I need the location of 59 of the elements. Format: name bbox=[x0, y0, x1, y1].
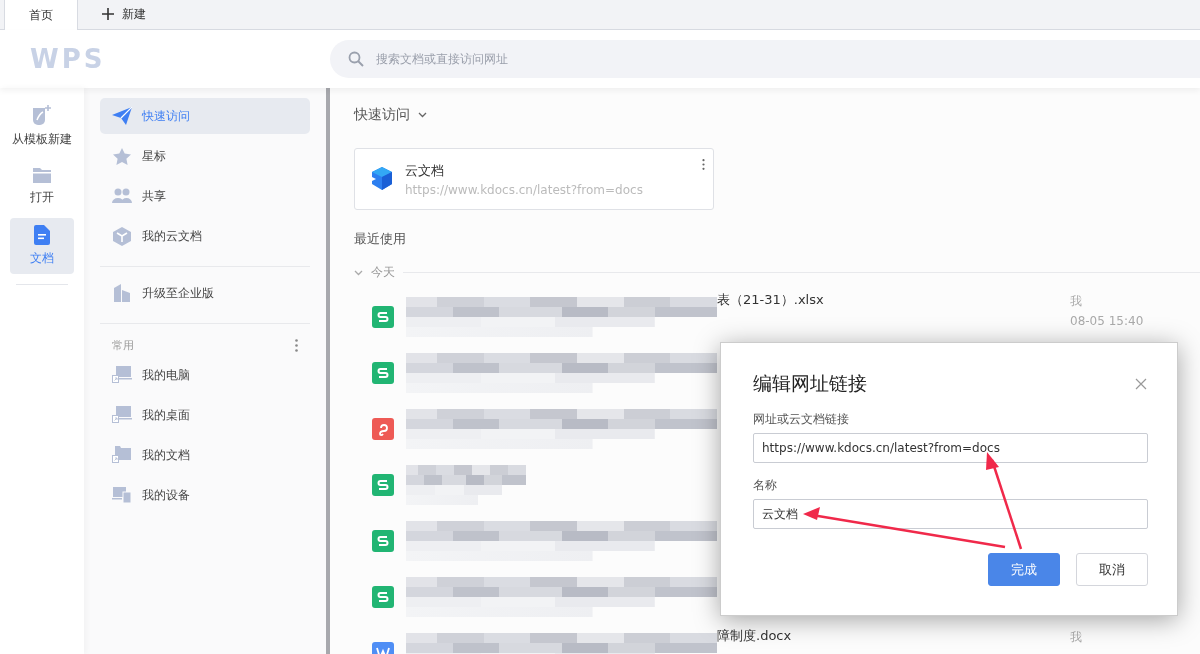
cube-icon bbox=[113, 226, 131, 246]
text-field[interactable]: 云文档 bbox=[753, 499, 1148, 529]
people-icon bbox=[112, 188, 132, 204]
pdf-icon bbox=[372, 418, 394, 440]
document-icon bbox=[34, 225, 50, 245]
close-icon[interactable] bbox=[1135, 378, 1147, 390]
folder-icon bbox=[32, 166, 52, 184]
sidebar-item[interactable]: 我的电脑 bbox=[100, 357, 310, 393]
quick-access-card[interactable]: 云文档 https://www.kdocs.cn/latest?from=docs bbox=[354, 148, 714, 210]
sidebar-item[interactable]: 我的云文档 bbox=[100, 218, 310, 254]
group-title: 今天 bbox=[371, 264, 395, 281]
sidebar-item[interactable]: 我的设备 bbox=[100, 477, 310, 513]
text-field[interactable]: https://www.kdocs.cn/latest?from=docs bbox=[753, 433, 1148, 463]
monitor-shortcut-icon bbox=[112, 366, 132, 384]
cloud-doc-cube-icon bbox=[371, 167, 393, 191]
monitor-shortcut-icon bbox=[112, 406, 132, 424]
card-title: 云文档 bbox=[405, 161, 444, 180]
spreadsheet-icon bbox=[372, 362, 394, 384]
paper-plane-icon bbox=[112, 107, 132, 125]
template-leaf-icon bbox=[31, 104, 53, 126]
owner: 我 bbox=[1070, 629, 1082, 646]
done-button[interactable]: 完成 bbox=[988, 553, 1060, 586]
section-title: 常用 bbox=[112, 338, 134, 353]
nav-item[interactable]: 从模板新建 bbox=[10, 98, 74, 154]
tab[interactable]: 新建 bbox=[78, 0, 170, 29]
section-title[interactable]: 快速访问 bbox=[354, 106, 410, 124]
star-icon bbox=[113, 147, 131, 165]
chevron-down-icon bbox=[418, 112, 427, 118]
section-title: 最近使用 bbox=[354, 230, 407, 248]
search-field[interactable]: 搜索文档或直接访问网址 bbox=[330, 40, 1200, 78]
plus-icon bbox=[102, 8, 114, 20]
spreadsheet-icon bbox=[372, 530, 394, 552]
spreadsheet-icon bbox=[372, 586, 394, 608]
search-icon bbox=[348, 51, 364, 67]
file-name[interactable]: 障制度.docx bbox=[717, 627, 792, 645]
tab[interactable]: 首页 bbox=[4, 0, 78, 30]
sidebar-item[interactable]: 共享 bbox=[100, 178, 310, 214]
chevron-down-icon bbox=[354, 269, 363, 276]
field-label: 网址或云文档链接 bbox=[753, 411, 850, 428]
dialog-title: 编辑网址链接 bbox=[753, 371, 867, 396]
owner: 我 bbox=[1070, 293, 1083, 310]
upgrade-item[interactable]: 升级至企业版 bbox=[100, 275, 310, 311]
folder-shortcut-icon bbox=[112, 446, 132, 464]
nav-item[interactable]: 打开 bbox=[10, 158, 74, 214]
field-label: 名称 bbox=[753, 477, 778, 494]
devices-icon bbox=[112, 487, 132, 503]
modified-time: 08-05 15:40 bbox=[1070, 314, 1144, 328]
sidebar-item[interactable]: 我的桌面 bbox=[100, 397, 310, 433]
more-icon[interactable] bbox=[295, 339, 298, 352]
spreadsheet-icon bbox=[372, 306, 394, 328]
card-url: https://www.kdocs.cn/latest?from=docs bbox=[405, 182, 643, 197]
building-icon bbox=[114, 284, 130, 302]
sidebar-item[interactable]: 我的文档 bbox=[100, 437, 310, 473]
cancel-button[interactable]: 取消 bbox=[1076, 553, 1148, 586]
spreadsheet-icon bbox=[372, 474, 394, 496]
more-icon[interactable] bbox=[702, 159, 705, 170]
file-name[interactable]: 表（21-31）.xlsx bbox=[717, 291, 824, 309]
sidebar-item[interactable]: 星标 bbox=[100, 138, 310, 174]
scrollbar[interactable] bbox=[326, 88, 330, 654]
